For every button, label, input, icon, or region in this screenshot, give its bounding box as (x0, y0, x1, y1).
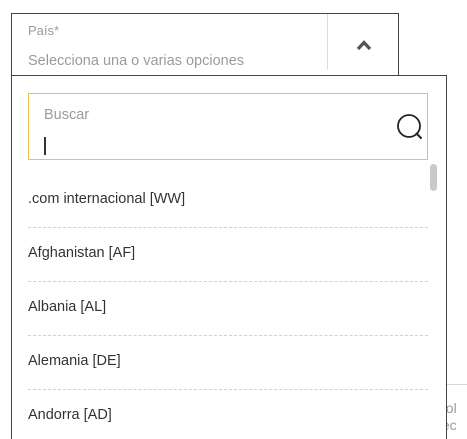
option-label: Albania [AL] (28, 299, 107, 315)
search-icon[interactable] (393, 110, 427, 144)
collapse-button[interactable] (328, 14, 399, 76)
country-select-hint: Selecciona una o varias opciones (28, 53, 245, 69)
option-label: Andorra [AD] (28, 407, 112, 423)
search-input[interactable]: Buscar (28, 93, 428, 160)
list-item[interactable]: Alemania [DE] (28, 336, 428, 390)
list-item[interactable]: Andorra [AD] (28, 390, 428, 439)
page: avol elec País* Selecciona una o varias … (0, 0, 467, 439)
chevron-up-icon (356, 40, 371, 51)
scrollbar-thumb[interactable] (430, 164, 437, 191)
list-item[interactable]: Afghanistan [AF] (28, 228, 428, 282)
text-caret (44, 137, 46, 155)
country-select[interactable]: País* Selecciona una o varias opciones (11, 13, 399, 76)
country-select-label: País* (28, 23, 60, 38)
list-item[interactable]: Albania [AL] (28, 282, 428, 336)
option-label: Afghanistan [AF] (28, 245, 136, 261)
option-label: .com internacional [WW] (28, 191, 186, 207)
option-label: Alemania [DE] (28, 353, 121, 369)
search-label: Buscar (44, 107, 90, 123)
list-item[interactable]: .com internacional [WW] (28, 174, 428, 228)
country-dropdown: Buscar .com internacional [WW] Afghanist… (11, 75, 447, 439)
